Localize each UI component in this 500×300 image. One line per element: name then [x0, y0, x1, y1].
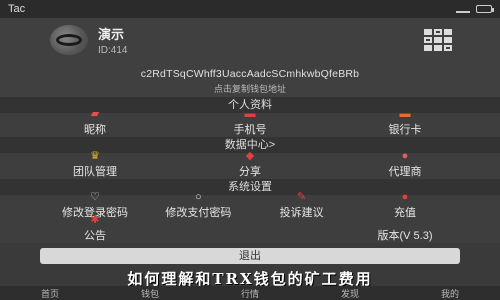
copy-address-hint[interactable]: 点击复制钱包地址 [0, 82, 500, 95]
share-icon: ◆ [245, 150, 255, 162]
menu-item-bank-card[interactable]: ▬ 银行卡 [360, 108, 450, 137]
section-title-settings: 系统设置 [0, 179, 500, 195]
signal-icon [456, 5, 470, 13]
nav-tab-home[interactable]: 首页 [41, 287, 59, 300]
menu-item-announcement[interactable]: ✱ 公告 [50, 214, 140, 243]
recharge-icon: ● [401, 191, 409, 203]
status-icons [456, 5, 494, 13]
profile-info: 演示 ID:414 [98, 24, 127, 56]
agent-icon: ● [401, 150, 409, 162]
section-data-center: ♛ 团队管理 ◆ 分享 ● 代理商 [0, 150, 500, 179]
key-icon: ○ [195, 191, 202, 203]
section-personal: ▰ 昵称 ▬ 手机号 ▬ 银行卡 [0, 108, 500, 137]
menu-item-feedback[interactable]: ✎ 投诉建议 [257, 191, 347, 220]
logout-button[interactable]: 退出 [40, 248, 460, 264]
qr-code-icon[interactable] [424, 29, 452, 51]
lock-icon: ♡ [90, 191, 100, 203]
menu-item-team-management[interactable]: ♛ 团队管理 [50, 150, 140, 179]
profile-name: 演示 [98, 27, 125, 42]
wallet-address[interactable]: c2RdTSqCWhff3UaccAadcSCmhkwbQfeBRb [0, 68, 500, 80]
battery-icon [476, 5, 494, 13]
menu-item-version[interactable]: 版本(V 5.3) [360, 221, 450, 243]
profile-header[interactable]: 演示 ID:414 [0, 18, 500, 62]
menu-item-change-payment-password[interactable]: ○ 修改支付密码 [153, 191, 243, 220]
announcement-icon: ✱ [90, 214, 100, 226]
profile-id: ID:414 [98, 45, 128, 56]
section-settings: ♡ 修改登录密码 ○ 修改支付密码 ✎ 投诉建议 ● 充值 ✱ 公告 版本(V … [0, 191, 500, 243]
nav-tab-mine[interactable]: 我的 [441, 287, 459, 300]
feedback-icon: ✎ [297, 191, 307, 203]
status-bar: Tac [0, 0, 500, 18]
id-card-icon: ▰ [90, 108, 100, 120]
bank-card-icon: ▬ [399, 108, 411, 120]
carrier-label: Tac [8, 3, 26, 15]
nav-tab-market[interactable]: 行情 [241, 287, 259, 300]
nav-tab-discover[interactable]: 发现 [341, 287, 359, 300]
wallet-address-block[interactable]: c2RdTSqCWhff3UaccAadcSCmhkwbQfeBRb 点击复制钱… [0, 62, 500, 97]
menu-item-recharge[interactable]: ● 充值 [360, 191, 450, 220]
avatar[interactable] [50, 25, 88, 55]
menu-item-agent[interactable]: ● 代理商 [360, 150, 450, 179]
phone-icon: ▬ [244, 108, 256, 120]
menu-item-phone[interactable]: ▬ 手机号 [205, 108, 295, 137]
nav-tab-wallet[interactable]: 钱包 [141, 287, 159, 300]
menu-item-nickname[interactable]: ▰ 昵称 [50, 108, 140, 137]
crown-icon: ♛ [90, 150, 100, 162]
menu-item-share[interactable]: ◆ 分享 [205, 150, 295, 179]
bottom-nav: 首页 钱包 行情 发现 我的 [0, 286, 500, 300]
